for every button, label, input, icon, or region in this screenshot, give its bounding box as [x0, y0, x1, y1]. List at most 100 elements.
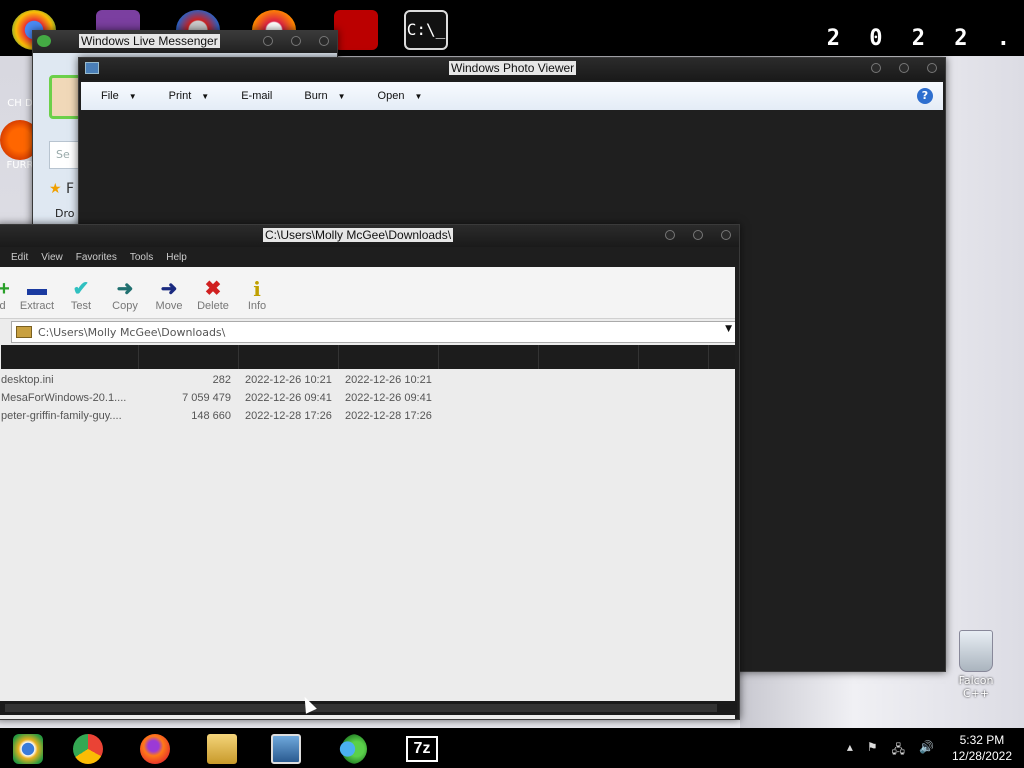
menu-view[interactable]: View — [41, 252, 63, 263]
recycle-bin[interactable]: Falcon C++ — [944, 630, 1008, 700]
file-explorer-icon — [207, 734, 237, 764]
clock[interactable]: 5:32 PM 12/28/2022 — [952, 732, 1012, 764]
tray-expand-icon[interactable]: ▴ — [847, 740, 853, 761]
menu-edit[interactable]: Edit — [11, 252, 28, 263]
close-button[interactable] — [319, 36, 329, 46]
taskbar-messenger[interactable] — [330, 731, 374, 767]
tool-label: Move — [155, 300, 183, 312]
menu-label: File — [101, 90, 119, 102]
file-size: 7 059 479 — [182, 392, 231, 404]
address-bar[interactable]: C:\Users\Molly McGee\Downloads\ ▼ — [11, 321, 737, 343]
volume-icon[interactable]: 🔊 — [919, 740, 934, 761]
menu-print[interactable]: Print ▼ — [149, 90, 222, 102]
messenger-title: Windows Live Messenger — [79, 34, 220, 48]
info-button[interactable]: i Info — [235, 278, 279, 312]
maximize-button[interactable] — [899, 63, 909, 73]
maximize-button[interactable] — [291, 36, 301, 46]
delete-icon: ✖ — [204, 278, 222, 300]
clock-time: 5:32 PM — [959, 733, 1005, 747]
table-row[interactable]: peter-griffin-family-guy.... 148 660 202… — [1, 407, 739, 425]
chevron-down-icon: ▼ — [337, 92, 346, 101]
messenger-icon — [337, 734, 367, 764]
menu-burn[interactable]: Burn ▼ — [284, 90, 357, 102]
extract-button[interactable]: ▬ Extract — [15, 278, 59, 312]
chevron-down-icon: ▼ — [201, 92, 210, 101]
add-button[interactable]: + ld — [0, 278, 11, 312]
delete-button[interactable]: ✖ Delete — [191, 278, 235, 312]
drop-label: Dro — [55, 207, 75, 220]
photo-viewer-menubar: File ▼ Print ▼ E-mail Burn ▼ Open ▼ ? — [81, 82, 943, 110]
minimize-button[interactable] — [263, 36, 273, 46]
messenger-titlebar[interactable]: Windows Live Messenger — [33, 31, 337, 53]
menu-favorites[interactable]: Favorites — [76, 252, 117, 263]
chevron-down-icon[interactable]: ▼ — [725, 324, 732, 334]
folder-icon — [16, 326, 32, 338]
photo-viewer-title: Windows Photo Viewer — [449, 61, 577, 75]
taskbar-file-explorer[interactable] — [200, 731, 244, 767]
sevenzip-toolbar: + ld ▬ Extract ✔ Test ➜ Copy ➜ Move ✖ De… — [0, 267, 739, 319]
chrome-icon — [73, 734, 103, 764]
column-files[interactable] — [639, 345, 709, 369]
file-modified: 2022-12-26 09:41 — [245, 392, 332, 404]
file-name: desktop.ini — [1, 374, 54, 386]
horizontal-scrollbar[interactable] — [0, 701, 737, 715]
chrome-alt-icon — [13, 734, 43, 764]
firefox-icon — [140, 734, 170, 764]
column-comment[interactable] — [439, 345, 539, 369]
taskbar-chrome-alt[interactable] — [6, 731, 50, 767]
file-modified: 2022-12-28 17:26 — [245, 410, 332, 422]
favorites-header[interactable]: ★ F — [49, 181, 74, 197]
test-button[interactable]: ✔ Test — [59, 278, 103, 312]
move-button[interactable]: ➜ Move — [147, 278, 191, 312]
file-modified: 2022-12-26 10:21 — [245, 374, 332, 386]
sevenzip-window[interactable]: C:\Users\Molly McGee\Downloads\ Edit Vie… — [0, 224, 740, 720]
copy-button[interactable]: ➜ Copy — [103, 278, 147, 312]
menu-label: E-mail — [241, 90, 273, 102]
desktop-icon-label: CH D — [7, 98, 33, 109]
column-name[interactable] — [1, 345, 139, 369]
tool-label: Delete — [197, 300, 229, 312]
menu-tools[interactable]: Tools — [130, 252, 153, 263]
column-size[interactable] — [139, 345, 239, 369]
game-desktop-icon[interactable] — [334, 10, 378, 50]
menu-help[interactable]: Help — [166, 252, 187, 263]
column-folders[interactable] — [539, 345, 639, 369]
close-button[interactable] — [721, 230, 731, 240]
help-icon[interactable]: ? — [917, 88, 933, 104]
extract-icon: ▬ — [27, 278, 47, 300]
sevenzip-titlebar[interactable]: C:\Users\Molly McGee\Downloads\ — [0, 225, 739, 247]
column-created[interactable] — [339, 345, 439, 369]
photo-viewer-titlebar[interactable]: Windows Photo Viewer — [79, 58, 945, 80]
taskbar: 7z ▴ ⚑ 🖧 🔊 5:32 PM 12/28/2022 — [0, 728, 1024, 768]
file-created: 2022-12-26 09:41 — [345, 392, 432, 404]
scrollbar-thumb[interactable] — [5, 704, 717, 712]
menu-label: Open — [377, 90, 405, 102]
minimize-button[interactable] — [871, 63, 881, 73]
menu-file[interactable]: File ▼ — [81, 90, 149, 102]
cmd-desktop-icon[interactable]: C:\_ — [404, 10, 448, 50]
desktop-icon-label: FURR — [6, 160, 34, 171]
network-icon[interactable]: 🖧 — [892, 740, 905, 761]
menu-label: Burn — [304, 90, 328, 102]
menu-label: Print — [168, 90, 192, 102]
close-button[interactable] — [927, 63, 937, 73]
file-name: peter-griffin-family-guy.... — [1, 410, 122, 422]
recycle-bin-icon — [959, 630, 993, 672]
sevenzip-title: C:\Users\Molly McGee\Downloads\ — [263, 228, 454, 242]
menu-open[interactable]: Open ▼ — [358, 90, 435, 102]
menu-email[interactable]: E-mail — [221, 90, 284, 102]
table-row[interactable]: desktop.ini 282 2022-12-26 10:21 2022-12… — [1, 371, 739, 389]
copy-icon: ➜ — [116, 278, 134, 300]
maximize-button[interactable] — [693, 230, 703, 240]
column-modified[interactable] — [239, 345, 339, 369]
table-row[interactable]: MesaForWindows-20.1.... 7 059 479 2022-1… — [1, 389, 739, 407]
flag-icon[interactable]: ⚑ — [867, 740, 878, 761]
taskbar-sevenzip[interactable]: 7z — [400, 731, 444, 767]
file-list: desktop.ini 282 2022-12-26 10:21 2022-12… — [0, 371, 739, 425]
tool-label: Info — [247, 300, 267, 312]
taskbar-chrome[interactable] — [66, 731, 110, 767]
photo-viewer-icon — [85, 62, 99, 74]
taskbar-firefox[interactable] — [133, 731, 177, 767]
minimize-button[interactable] — [665, 230, 675, 240]
taskbar-photo-viewer[interactable] — [264, 731, 308, 767]
